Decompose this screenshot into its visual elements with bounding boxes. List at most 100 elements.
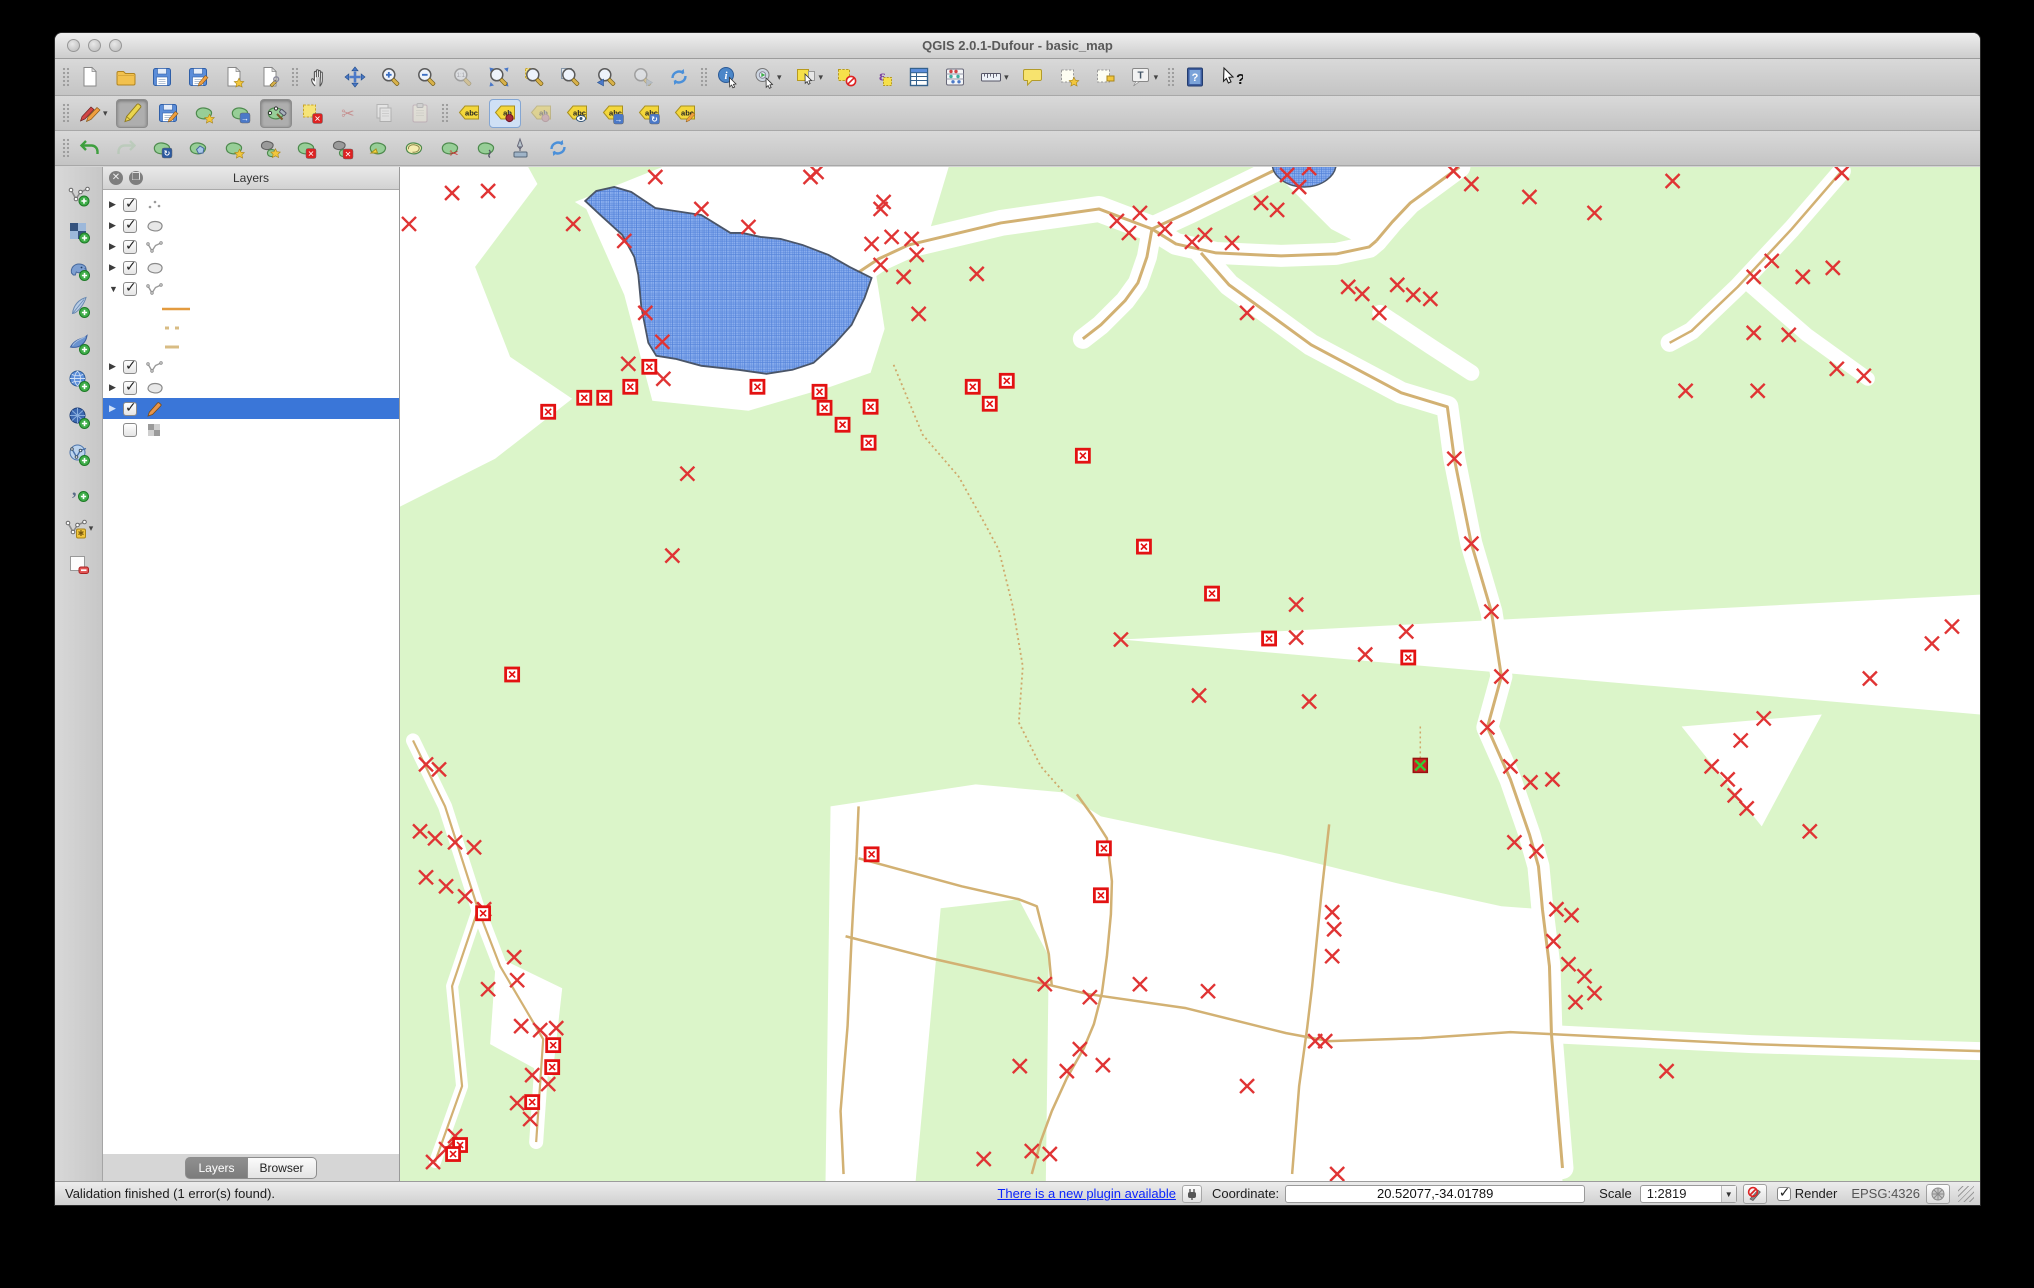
refresh-canvas[interactable] xyxy=(542,134,574,163)
add-part[interactable] xyxy=(254,134,286,163)
add-spatialite-layer[interactable] xyxy=(64,292,94,320)
expand-arrow-icon[interactable]: ▶ xyxy=(109,262,123,273)
layer-symbol-item[interactable] xyxy=(103,318,399,337)
layer-item-3420C_2010_327_RGB_LATLNG[interactable] xyxy=(103,419,399,440)
highlight-pinned-labels[interactable]: ab xyxy=(525,99,557,128)
panel-tab-layers[interactable]: Layers xyxy=(185,1157,247,1179)
simplify-feature[interactable] xyxy=(182,134,214,163)
panel-close-button[interactable]: ✕ xyxy=(109,171,123,185)
layer-item-rivers[interactable]: ▶✓ xyxy=(103,356,399,377)
new-shapefile-layer[interactable]: ✱▾ xyxy=(64,514,94,542)
resize-grip[interactable] xyxy=(1958,1186,1974,1202)
layer-item-routes[interactable]: ▼✓ xyxy=(103,278,399,299)
change-label-properties[interactable]: abc xyxy=(669,99,701,128)
merge-features[interactable] xyxy=(470,134,502,163)
deselect-features[interactable] xyxy=(831,63,863,92)
rotate-feature[interactable]: ↻ xyxy=(146,134,178,163)
text-annotation[interactable]: T▾ xyxy=(1125,63,1163,92)
paste-features[interactable] xyxy=(404,99,436,128)
stop-rendering-button[interactable] xyxy=(1743,1184,1767,1204)
field-calculator[interactable] xyxy=(939,63,971,92)
minimize-button[interactable] xyxy=(88,39,101,52)
reshape-features[interactable] xyxy=(362,134,394,163)
expand-arrow-icon[interactable]: ▶ xyxy=(109,403,123,414)
expand-arrow-icon[interactable]: ▶ xyxy=(109,199,123,210)
delete-part[interactable]: ✕ xyxy=(326,134,358,163)
split-features[interactable]: ✂ xyxy=(434,134,466,163)
move-feature[interactable]: → xyxy=(224,99,256,128)
layer-visibility-checkbox[interactable]: ✓ xyxy=(123,360,137,374)
identify-features[interactable]: i xyxy=(712,63,744,92)
render-checkbox[interactable]: ✓ xyxy=(1777,1187,1791,1201)
move-label[interactable]: abc→ xyxy=(597,99,629,128)
copy-features[interactable] xyxy=(368,99,400,128)
zoom-out[interactable] xyxy=(411,63,443,92)
layer-item-places[interactable]: ▶✓ xyxy=(103,194,399,215)
add-vector-layer[interactable] xyxy=(64,181,94,209)
zoom-full[interactable] xyxy=(483,63,515,92)
rotate-point-symbols[interactable] xyxy=(506,134,538,163)
refresh-map[interactable] xyxy=(663,63,695,92)
add-delimited-text-layer[interactable]: , xyxy=(64,477,94,505)
map-canvas[interactable] xyxy=(400,167,1980,1181)
panel-tab-browser[interactable]: Browser xyxy=(248,1157,317,1179)
current-edits[interactable]: ▾ xyxy=(74,99,112,128)
run-feature-action[interactable]: ▾ xyxy=(748,63,786,92)
remove-layer[interactable] xyxy=(64,551,94,579)
layer-visibility-checkbox[interactable]: ✓ xyxy=(123,219,137,233)
show-bookmarks[interactable] xyxy=(1089,63,1121,92)
layer-item-school_property[interactable]: ▶✓ xyxy=(103,377,399,398)
add-postgis-layer[interactable] xyxy=(64,255,94,283)
new-project[interactable] xyxy=(74,63,106,92)
chevron-down-icon[interactable]: ▼ xyxy=(1721,1186,1736,1202)
layer-visibility-checkbox[interactable]: ✓ xyxy=(123,381,137,395)
save-project-as[interactable] xyxy=(182,63,214,92)
measure-line[interactable]: ▾ xyxy=(975,63,1013,92)
expand-arrow-icon[interactable]: ▶ xyxy=(109,382,123,393)
layer-item-roads[interactable]: ▶✓ xyxy=(103,236,399,257)
toggle-editing[interactable] xyxy=(116,99,148,128)
layer-visibility-checkbox[interactable]: ✓ xyxy=(123,402,137,416)
coordinate-input[interactable] xyxy=(1285,1185,1585,1203)
title-bar[interactable]: QGIS 2.0.1-Dufour - basic_map xyxy=(55,33,1980,59)
cut-features[interactable]: ✂ xyxy=(332,99,364,128)
expand-arrow-icon[interactable]: ▶ xyxy=(109,241,123,252)
show-hide-labels[interactable]: abc xyxy=(561,99,593,128)
map-tips[interactable] xyxy=(1017,63,1049,92)
save-layer-edits[interactable] xyxy=(152,99,184,128)
layer-visibility-checkbox[interactable]: ✓ xyxy=(123,282,137,296)
pan-to-selection[interactable] xyxy=(339,63,371,92)
new-composer[interactable] xyxy=(218,63,250,92)
undo[interactable] xyxy=(74,134,106,163)
pan-map[interactable] xyxy=(303,63,335,92)
new-bookmark[interactable] xyxy=(1053,63,1085,92)
layer-item-buildings[interactable]: ▶✓ xyxy=(103,215,399,236)
rotate-label[interactable]: abc↻ xyxy=(633,99,665,128)
composer-manager[interactable] xyxy=(254,63,286,92)
zoom-to-layer[interactable] xyxy=(555,63,587,92)
delete-selected[interactable]: ✕ xyxy=(296,99,328,128)
layer-visibility-checkbox[interactable]: ✓ xyxy=(123,198,137,212)
redo[interactable] xyxy=(110,134,142,163)
layer-symbol-item[interactable] xyxy=(103,299,399,318)
zoom-next[interactable] xyxy=(627,63,659,92)
zoom-in[interactable] xyxy=(375,63,407,92)
layer-visibility-checkbox[interactable] xyxy=(123,423,137,437)
expand-arrow-icon[interactable]: ▼ xyxy=(109,284,123,294)
crs-status-button[interactable] xyxy=(1926,1184,1950,1204)
layer-labeling[interactable]: abc xyxy=(453,99,485,128)
layer-item-landuse[interactable]: ▶✓ xyxy=(103,398,399,419)
add-wcs-layer[interactable] xyxy=(64,403,94,431)
expand-arrow-icon[interactable]: ▶ xyxy=(109,361,123,372)
plugin-icon[interactable] xyxy=(1182,1185,1202,1203)
add-ring[interactable] xyxy=(218,134,250,163)
select-by-expression[interactable]: ε xyxy=(867,63,899,92)
whats-this[interactable]: ? xyxy=(1215,63,1247,92)
pin-labels[interactable]: ab xyxy=(489,99,521,128)
scale-combo[interactable]: 1:2819 ▼ xyxy=(1640,1185,1737,1203)
help-contents[interactable]: ? xyxy=(1179,63,1211,92)
panel-float-button[interactable]: ❐ xyxy=(129,171,143,185)
zoom-last[interactable] xyxy=(591,63,623,92)
open-attribute-table[interactable] xyxy=(903,63,935,92)
expand-arrow-icon[interactable]: ▶ xyxy=(109,220,123,231)
